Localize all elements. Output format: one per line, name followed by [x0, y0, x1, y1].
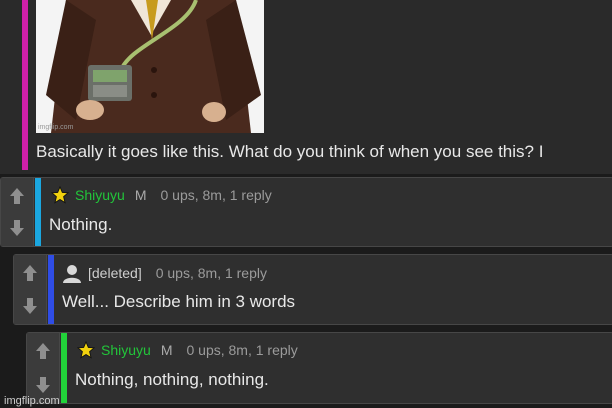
vote-controls — [1, 178, 34, 246]
vote-controls — [14, 255, 47, 324]
post-image[interactable]: imgflip.com — [36, 0, 264, 133]
comment-accent-bar — [61, 333, 67, 403]
username-link[interactable]: [deleted] — [88, 265, 142, 281]
image-source-watermark: imgflip.com — [38, 124, 74, 131]
arrow-up-icon — [23, 265, 37, 281]
post-caption: Basically it goes like this. What do you… — [36, 142, 544, 161]
upvote-button[interactable] — [5, 184, 29, 208]
vote-controls — [27, 333, 60, 403]
comment: Shiyuyu M 0 ups, 8m, 1 reply Nothing, no… — [26, 332, 612, 404]
gender-label: M — [160, 342, 173, 358]
star-icon — [77, 341, 95, 359]
comment-header: Shiyuyu M 0 ups, 8m, 1 reply — [51, 186, 272, 204]
arrow-down-icon — [23, 298, 37, 314]
gender-label: M — [134, 187, 147, 203]
comment-text: Well... Describe him in 3 words — [62, 292, 296, 311]
comment-accent-bar — [48, 255, 54, 324]
arrow-down-icon — [10, 220, 24, 236]
upvote-button[interactable] — [31, 339, 55, 363]
comment: Shiyuyu M 0 ups, 8m, 1 reply Nothing. — [0, 177, 612, 247]
star-icon — [51, 186, 69, 204]
comment-text: Nothing. — [49, 215, 113, 234]
comment-header: Shiyuyu M 0 ups, 8m, 1 reply — [77, 341, 298, 359]
comment-text: Nothing, nothing, nothing. — [75, 370, 269, 389]
username-link[interactable]: Shiyuyu — [75, 187, 125, 203]
downvote-button[interactable] — [5, 216, 29, 240]
site-watermark: imgflip.com — [4, 395, 60, 407]
comment-meta: 0 ups, 8m, 1 reply — [155, 265, 267, 281]
comment-meta: 0 ups, 8m, 1 reply — [160, 187, 272, 203]
upvote-button[interactable] — [18, 261, 42, 285]
downvote-button[interactable] — [31, 373, 55, 397]
arrow-down-icon — [36, 377, 50, 393]
character-illustration — [36, 0, 264, 133]
arrow-up-icon — [10, 188, 24, 204]
comment-accent-bar — [35, 178, 41, 246]
comment: [deleted] 0 ups, 8m, 1 reply Well... Des… — [13, 254, 612, 325]
username-link[interactable]: Shiyuyu — [101, 342, 151, 358]
arrow-up-icon — [36, 343, 50, 359]
image-post: imgflip.com Basically it goes like this.… — [0, 0, 612, 174]
downvote-button[interactable] — [18, 294, 42, 318]
post-accent-bar — [22, 0, 28, 170]
comment-meta: 0 ups, 8m, 1 reply — [186, 342, 298, 358]
comment-header: [deleted] 0 ups, 8m, 1 reply — [62, 263, 267, 283]
user-avatar-icon — [63, 265, 81, 283]
